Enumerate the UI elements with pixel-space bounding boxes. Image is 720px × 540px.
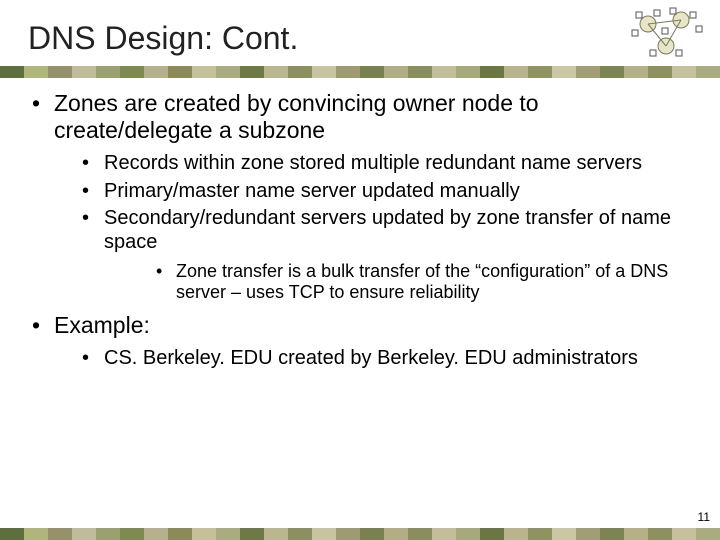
band-segment: [0, 528, 24, 540]
bullet-l1: Example: CS. Berkeley. EDU created by Be…: [30, 312, 690, 371]
bullet-text: Secondary/redundant servers updated by z…: [104, 207, 671, 253]
band-segment: [600, 528, 624, 540]
band-segment: [192, 528, 216, 540]
band-segment: [120, 528, 144, 540]
band-segment: [552, 528, 576, 540]
band-segment: [240, 528, 264, 540]
band-segment: [360, 528, 384, 540]
band-segment: [24, 66, 48, 78]
bullet-text: Zone transfer is a bulk transfer of the …: [176, 261, 668, 303]
band-segment: [456, 528, 480, 540]
bullet-l2: Records within zone stored multiple redu…: [54, 152, 690, 176]
band-segment: [336, 528, 360, 540]
bullet-text: Primary/master name server updated manua…: [104, 180, 520, 202]
band-segment: [456, 66, 480, 78]
band-segment: [576, 528, 600, 540]
band-segment: [336, 66, 360, 78]
band-segment: [48, 528, 72, 540]
band-segment: [264, 66, 288, 78]
band-segment: [360, 66, 384, 78]
band-segment: [648, 528, 672, 540]
band-segment: [504, 528, 528, 540]
bullet-l1: Zones are created by convincing owner no…: [30, 90, 690, 304]
bullet-l2: CS. Berkeley. EDU created by Berkeley. E…: [54, 347, 690, 371]
bullet-l3: Zone transfer is a bulk transfer of the …: [104, 261, 690, 304]
bullet-text: Records within zone stored multiple redu…: [104, 152, 642, 174]
band-segment: [480, 66, 504, 78]
band-segment: [144, 66, 168, 78]
slide-title: DNS Design: Cont.: [28, 20, 298, 57]
bottom-color-band: [0, 528, 720, 540]
band-segment: [168, 528, 192, 540]
band-segment: [408, 66, 432, 78]
band-segment: [144, 528, 168, 540]
band-segment: [504, 66, 528, 78]
band-segment: [192, 66, 216, 78]
band-segment: [552, 66, 576, 78]
bullet-l2: Primary/master name server updated manua…: [54, 180, 690, 204]
band-segment: [96, 528, 120, 540]
band-segment: [72, 66, 96, 78]
page-number: 11: [698, 510, 710, 524]
band-segment: [96, 66, 120, 78]
band-segment: [264, 528, 288, 540]
band-segment: [240, 66, 264, 78]
top-color-band: [0, 66, 720, 78]
content-area: Zones are created by convincing owner no…: [30, 90, 690, 379]
band-segment: [432, 528, 456, 540]
bullet-l2: Secondary/redundant servers updated by z…: [54, 207, 690, 303]
band-segment: [384, 66, 408, 78]
band-segment: [72, 528, 96, 540]
band-segment: [168, 66, 192, 78]
band-segment: [696, 66, 720, 78]
band-segment: [408, 528, 432, 540]
bullet-text: CS. Berkeley. EDU created by Berkeley. E…: [104, 347, 638, 369]
band-segment: [48, 66, 72, 78]
band-segment: [312, 66, 336, 78]
band-segment: [648, 66, 672, 78]
band-segment: [600, 66, 624, 78]
band-segment: [288, 66, 312, 78]
decorative-graphic: [626, 6, 708, 64]
band-segment: [216, 66, 240, 78]
band-segment: [0, 66, 24, 78]
band-segment: [120, 66, 144, 78]
slide: DNS Design: Cont.: [0, 0, 720, 540]
band-segment: [696, 528, 720, 540]
band-segment: [624, 528, 648, 540]
band-segment: [432, 66, 456, 78]
band-segment: [672, 528, 696, 540]
band-segment: [384, 528, 408, 540]
bullet-text: Example:: [54, 312, 150, 338]
band-segment: [672, 66, 696, 78]
band-segment: [528, 528, 552, 540]
band-segment: [528, 66, 552, 78]
bullet-text: Zones are created by convincing owner no…: [54, 90, 539, 143]
band-segment: [480, 528, 504, 540]
band-segment: [288, 528, 312, 540]
band-segment: [624, 66, 648, 78]
band-segment: [576, 66, 600, 78]
band-segment: [216, 528, 240, 540]
band-segment: [24, 528, 48, 540]
band-segment: [312, 528, 336, 540]
